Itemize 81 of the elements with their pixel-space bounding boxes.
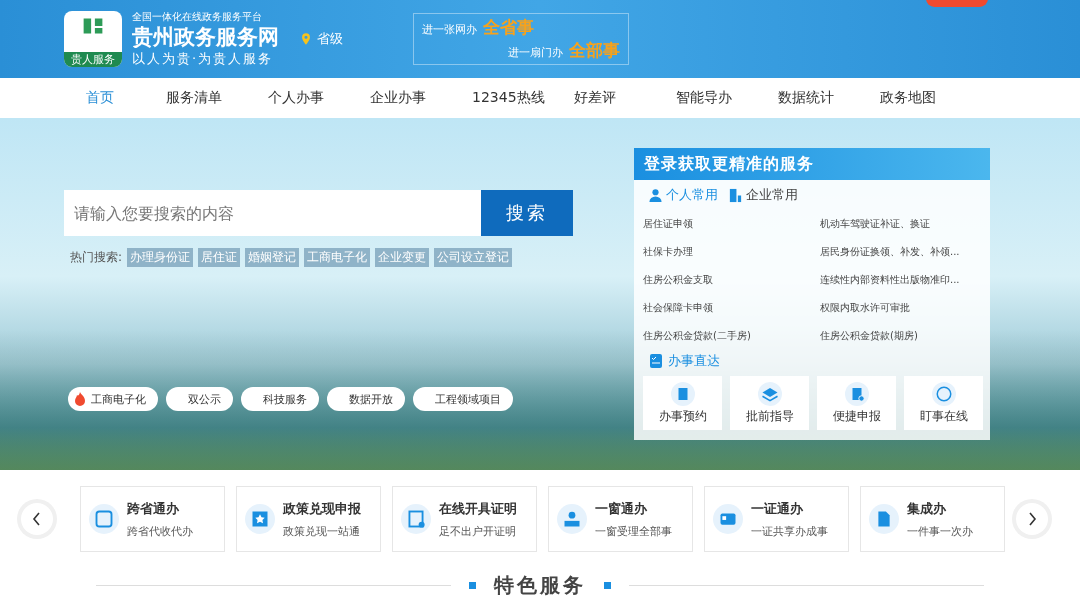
service-link[interactable]: 社保卡办理	[643, 238, 820, 266]
service-link[interactable]: 住房公积金贷款(二手房)	[643, 322, 820, 350]
quick-service-button[interactable]: 批前指导	[730, 376, 809, 430]
service-link[interactable]: 连续性内部资料性出版物准印...	[820, 266, 990, 294]
service-title: 一证通办	[751, 499, 804, 518]
quick-service-button[interactable]: 便捷申报	[817, 376, 896, 430]
document-icon	[844, 381, 869, 406]
site-logo[interactable]: 贵人服务	[64, 11, 122, 67]
document-icon	[401, 504, 431, 534]
file-icon	[869, 504, 899, 534]
nav-item[interactable]: 服务清单	[166, 89, 268, 107]
service-subtitle: 一窗受理全部事	[595, 523, 672, 539]
quick-service-button[interactable]: 办事预约	[643, 376, 722, 430]
slogan-text: 进一扇门办	[508, 45, 563, 60]
square-marker-icon	[469, 582, 476, 589]
service-subtitle: 一件事一次办	[907, 523, 973, 539]
service-title: 一窗通办	[595, 499, 648, 518]
logo-badge: 贵人服务	[64, 52, 122, 67]
id-card-icon	[713, 504, 743, 534]
service-card[interactable]: 集成办 一件事一次办	[860, 486, 1005, 552]
service-link[interactable]: 权限内取水许可审批	[820, 294, 990, 322]
next-button[interactable]	[1016, 503, 1048, 535]
service-link[interactable]: 社会保障卡申领	[643, 294, 820, 322]
service-title: 跨省通办	[127, 499, 180, 518]
panel-title: 登录获取更精准的服务	[634, 148, 990, 180]
nav-item[interactable]: 数据统计	[778, 89, 880, 107]
nav-item[interactable]: 企业办事	[370, 89, 472, 107]
slogan-highlight: 全部事	[569, 39, 620, 62]
site-motto: 以人为贵·为贵人服务	[132, 50, 275, 68]
panel-tab[interactable]: 企业常用	[728, 186, 798, 204]
checklist-icon	[648, 353, 664, 369]
service-subtitle: 足不出户开证明	[439, 523, 517, 539]
panel-tab[interactable]: 个人常用	[648, 186, 718, 204]
search-field[interactable]: 请输入您要搜索的内容	[64, 190, 481, 236]
service-card[interactable]: 在线开具证明 足不出户开证明	[392, 486, 537, 552]
layers-icon	[757, 381, 782, 406]
nav-item[interactable]: 个人办事	[268, 89, 370, 107]
building-icon	[728, 187, 743, 203]
slogan-highlight: 全省事	[483, 16, 534, 39]
shortcut-pill[interactable]: 科技服务	[241, 387, 319, 411]
square-marker-icon	[604, 582, 611, 589]
service-card[interactable]: 跨省通办 跨省代收代办	[80, 486, 225, 552]
previous-button[interactable]	[21, 503, 53, 535]
service-card[interactable]: 政策兑现申报 政策兑现一站通	[236, 486, 381, 552]
document-icon	[670, 381, 695, 406]
service-card[interactable]: 一窗通办 一窗受理全部事	[548, 486, 693, 552]
chevron-left-icon	[32, 512, 42, 526]
service-subtitle: 一证共享办成事	[751, 523, 828, 539]
service-subtitle: 跨省代收代办	[127, 523, 193, 539]
location-pin-icon	[299, 32, 313, 46]
shortcut-pill[interactable]: 工程领域项目	[413, 387, 513, 411]
nav-item[interactable]: 智能导办	[676, 89, 778, 107]
quick-service-button[interactable]: 盯事在线	[904, 376, 983, 430]
nav-item[interactable]: 首页	[64, 89, 166, 107]
service-card[interactable]: 一证通办 一证共享办成事	[704, 486, 849, 552]
slogan-text: 进一张网办	[422, 22, 477, 37]
person-icon	[648, 187, 663, 203]
direct-access-heading: 办事直达	[668, 352, 720, 370]
nav-item[interactable]: 政务地图	[880, 89, 982, 107]
section-title: 特色服务	[494, 572, 586, 599]
shortcut-pill[interactable]: 工商电子化	[68, 387, 158, 411]
service-title: 集成办	[907, 499, 947, 518]
service-link[interactable]: 住房公积金支取	[643, 266, 820, 294]
platform-caption: 全国一体化在线政务服务平台	[132, 10, 263, 24]
service-title: 在线开具证明	[439, 499, 517, 518]
shortcut-pill[interactable]: 数据开放	[327, 387, 405, 411]
service-title: 政策兑现申报	[283, 499, 361, 518]
service-link[interactable]: 住房公积金贷款(期房)	[820, 322, 990, 350]
service-link[interactable]: 机动车驾驶证补证、换证	[820, 210, 990, 238]
site-title: 贵州政务服务网	[132, 24, 279, 50]
chevron-right-icon	[1027, 512, 1037, 526]
search-button[interactable]: 搜索	[481, 190, 573, 236]
service-link[interactable]: 居住证申领	[643, 210, 820, 238]
service-subtitle: 政策兑现一站通	[283, 523, 361, 539]
shortcut-pill[interactable]: 双公示	[166, 387, 233, 411]
circle-icon	[931, 381, 956, 406]
nav-item[interactable]: 12345热线	[472, 89, 574, 107]
hot-search-label: 热门搜索:	[70, 249, 123, 266]
service-link[interactable]: 居民身份证换领、补发、补领...	[820, 238, 990, 266]
person-desk-icon	[557, 504, 587, 534]
nav-item[interactable]: 好差评	[574, 89, 676, 107]
